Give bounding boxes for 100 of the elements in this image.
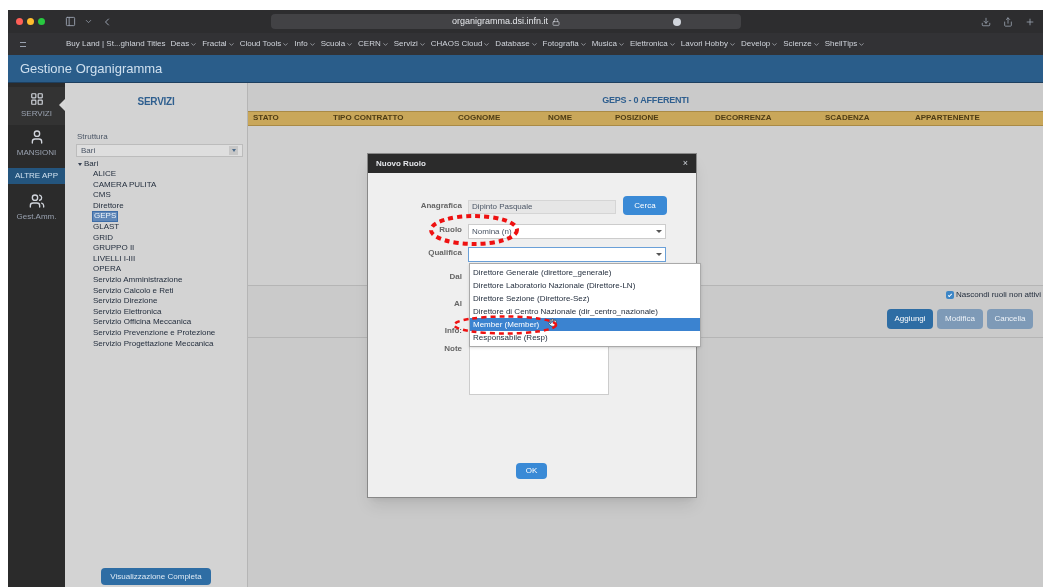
tree-node[interactable]: GLAST — [92, 221, 121, 233]
chevron-down-icon[interactable] — [84, 17, 93, 26]
bookmark-link[interactable]: Fotografia — [542, 38, 587, 50]
field-label: Anagrafica — [420, 200, 462, 212]
window-controls-icon[interactable] — [16, 18, 45, 25]
bookmark-link[interactable]: Musica — [591, 38, 625, 50]
full-view-button[interactable]: Visualizzazione Completa — [101, 568, 211, 585]
bookmark-link[interactable]: Cloud Tools — [239, 38, 290, 50]
bookmark-link[interactable]: Info — [294, 38, 316, 50]
column-header[interactable]: NOME — [543, 112, 610, 124]
tree-node[interactable]: Direttore — [92, 200, 125, 212]
expand-toggle-icon[interactable] — [78, 162, 82, 166]
caret-icon — [656, 253, 662, 256]
tree-node[interactable]: Servizio Amministrazione — [92, 274, 184, 286]
bookmark-link[interactable]: Scienze — [783, 38, 820, 50]
field-label: Dal — [449, 271, 462, 283]
column-header[interactable]: APPARTENENTE — [910, 112, 1041, 124]
bookmark-link[interactable]: Lavori Hobby — [680, 38, 736, 50]
column-header[interactable]: DECORRENZA — [710, 112, 820, 124]
column-header[interactable]: STATO — [248, 112, 328, 124]
field-label: Info: — [444, 325, 462, 337]
ok-button[interactable]: OK — [516, 463, 547, 479]
menu-icon[interactable] — [20, 41, 26, 47]
chevron-down-icon — [381, 40, 389, 48]
caret-icon — [229, 146, 238, 155]
bookmark-link[interactable]: Database — [495, 38, 538, 50]
tree-node[interactable]: GRUPPO II — [92, 243, 136, 254]
bookmark-link[interactable]: Elettronica — [630, 38, 676, 50]
chevron-down-icon — [190, 40, 198, 48]
ruolo-select[interactable]: Nomina (n) — [468, 224, 666, 239]
grid-icon — [29, 92, 44, 106]
chevron-down-icon — [618, 40, 625, 48]
address-bar[interactable]: organigramma.dsi.infn.it — [271, 14, 741, 29]
tree-node[interactable]: ALICE — [92, 169, 118, 180]
app-title: Gestione Organigramma — [20, 59, 163, 78]
bookmark-link[interactable]: CERN — [358, 38, 389, 50]
field-label: Al — [454, 298, 462, 310]
column-header[interactable]: POSIZIONE — [610, 112, 710, 124]
qualifica-select[interactable] — [468, 247, 666, 262]
sidebar-icon[interactable] — [65, 16, 76, 27]
bookmark-link[interactable]: Servizi — [393, 38, 426, 50]
chevron-down-icon — [812, 40, 820, 48]
stop-icon[interactable] — [673, 17, 681, 26]
tree-node[interactable]: GRID — [92, 232, 114, 244]
tree-node[interactable]: Servizio Direzione — [92, 296, 159, 307]
bookmark-link[interactable]: Fractal — [202, 38, 235, 50]
nav-item[interactable]: SERVIZI — [8, 87, 65, 125]
address-text: organigramma.dsi.infn.it — [451, 14, 548, 28]
people-icon — [28, 193, 45, 209]
tree-node[interactable]: GEPS — [92, 211, 119, 222]
tree-node[interactable]: OPERA — [92, 264, 122, 275]
column-header[interactable]: COGNOME — [453, 112, 543, 124]
dropdown-option[interactable]: Responsabile (Resp) — [470, 331, 700, 344]
tree-node[interactable]: Bari — [78, 159, 247, 169]
tree-node[interactable]: CAMERA PULITA — [92, 179, 158, 191]
bookmark-link[interactable]: CHAOS Cloud — [430, 38, 491, 50]
note-field[interactable] — [469, 345, 609, 395]
nav-item[interactable]: Gest.Amm. — [8, 189, 65, 227]
download-icon[interactable] — [981, 16, 991, 27]
tree-node[interactable]: Servizio Calcolo e Reti — [92, 285, 175, 297]
bookmark-link[interactable]: ShellTips — [824, 38, 866, 50]
dialog-title: Nuovo Ruolo — [376, 157, 426, 170]
chevron-down-icon — [227, 40, 235, 48]
structure-select[interactable]: Bari — [76, 144, 243, 157]
panel-title: SERVIZI — [136, 95, 176, 109]
tree-node[interactable]: LIVELLI I-III — [92, 253, 137, 265]
dropdown-option[interactable]: Direttore di Centro Nazionale (dir_centro_nazionale) — [470, 305, 700, 318]
bookmark-link[interactable]: Develop — [740, 38, 779, 50]
tree-node[interactable]: Servizio Prevenzione e Protezione — [92, 327, 217, 339]
close-button[interactable]: × — [682, 159, 688, 168]
tree-node[interactable]: CMS — [92, 190, 112, 201]
column-header[interactable]: TIPO CONTRATTO — [328, 112, 453, 124]
bookmark-link[interactable]: Buy Land | St...ghland Titles — [66, 38, 166, 50]
nav-section-header: ALTRE APP — [8, 168, 65, 184]
dropdown-option[interactable]: Direttore Laboratorio Nazionale (Direttore-LN) — [470, 279, 700, 292]
column-header[interactable]: SCADENZA — [820, 112, 910, 124]
dropdown-option[interactable]: Direttore Generale (direttore_generale) — [470, 266, 700, 279]
tree-node[interactable]: Servizio Elettronica — [92, 306, 163, 318]
chevron-down-icon — [483, 40, 491, 48]
tree-node[interactable]: Servizio Progettazione Meccanica — [92, 338, 215, 350]
chevron-down-icon — [418, 40, 426, 48]
checkbox[interactable] — [946, 290, 955, 299]
nav-item[interactable]: MANSIONI — [8, 125, 65, 163]
chevron-down-icon — [771, 40, 779, 48]
field-label: Note — [444, 343, 462, 355]
chevron-down-icon — [728, 40, 736, 48]
bookmark-link[interactable]: Deas — [170, 38, 198, 50]
chevron-down-icon — [579, 40, 587, 48]
chevron-down-icon — [858, 40, 866, 48]
search-button[interactable]: Cerca — [623, 196, 667, 215]
dropdown-option[interactable]: Direttore Sezione (Direttore-Sez) — [470, 292, 700, 305]
bookmark-link[interactable]: Scuola — [320, 38, 354, 50]
dropdown-option[interactable]: Member (Member) — [470, 318, 700, 331]
share-icon[interactable] — [1003, 16, 1013, 27]
new-tab-icon[interactable] — [1025, 16, 1035, 27]
chevron-down-icon — [530, 40, 538, 48]
action-button[interactable]: Aggiungi — [887, 308, 933, 329]
chevron-down-icon — [346, 40, 354, 48]
anagrafica-field[interactable]: Dipinto Pasquale — [468, 200, 616, 214]
tree-node[interactable]: Servizio Officina Meccanica — [92, 317, 193, 328]
